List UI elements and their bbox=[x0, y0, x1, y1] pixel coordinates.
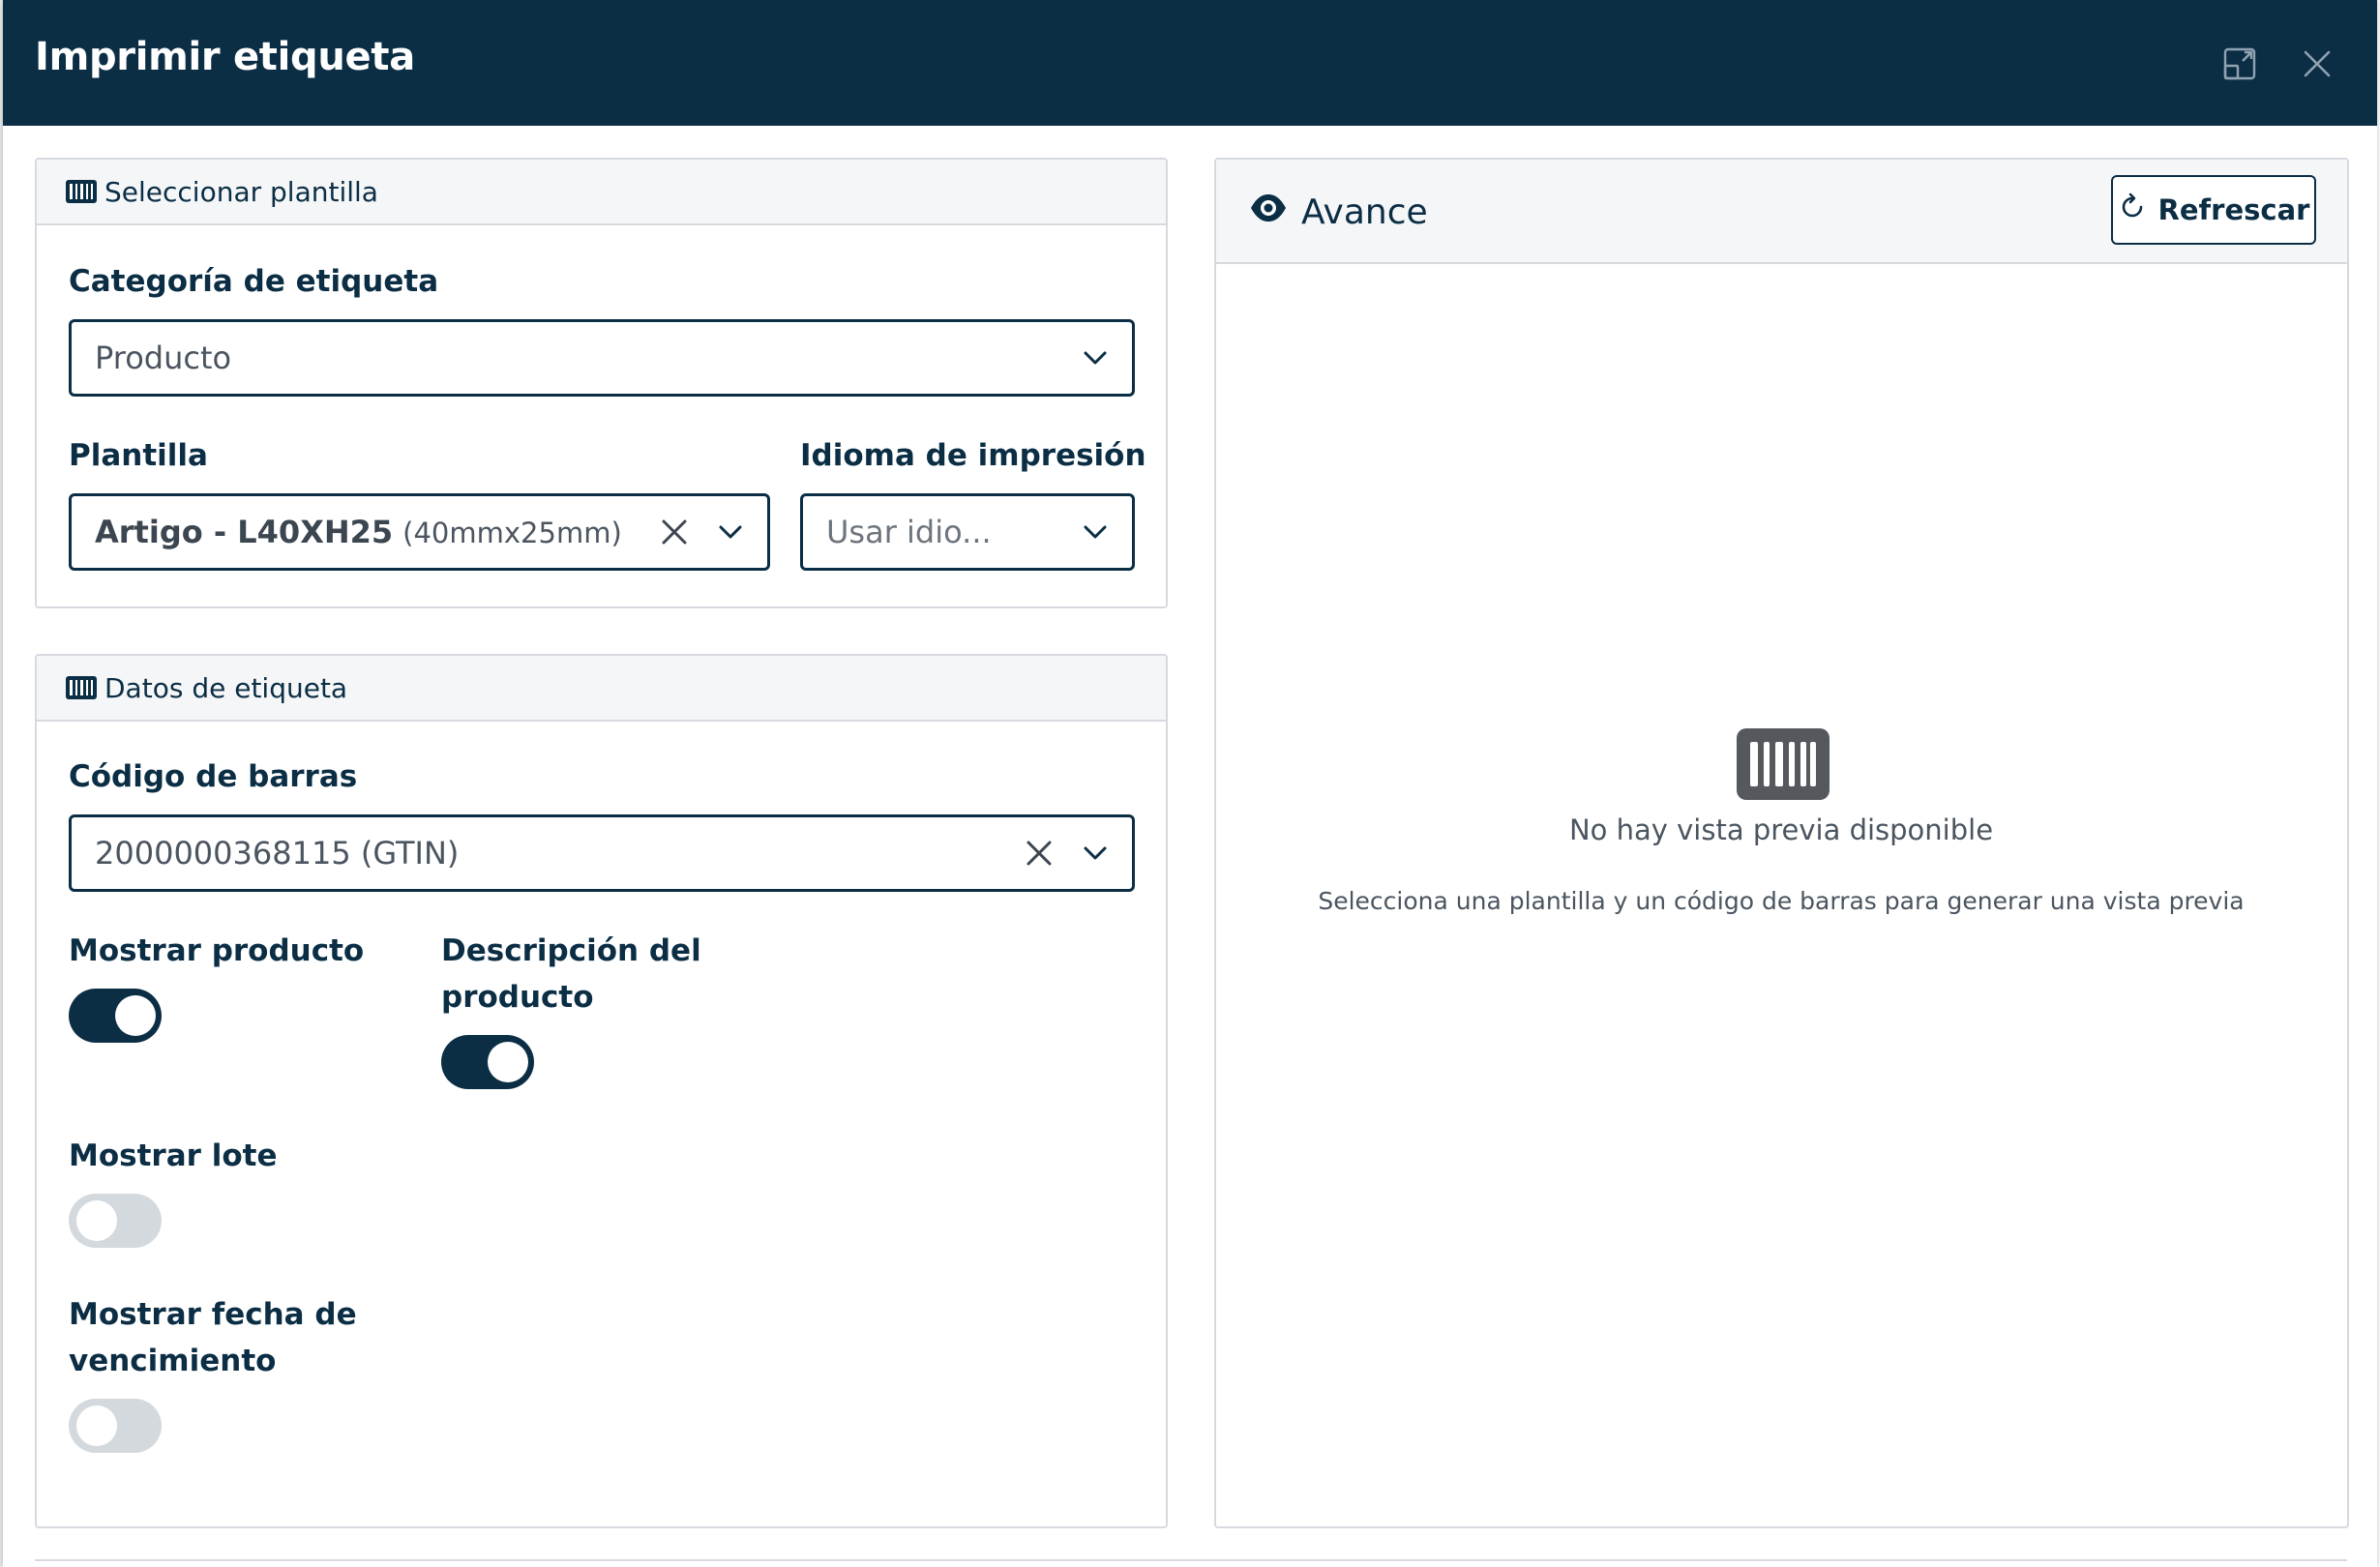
preview-title-text: Avance bbox=[1301, 192, 1428, 232]
select-template-card: Seleccionar plantilla Categoría de etiqu… bbox=[35, 158, 1168, 608]
product-description-label: Descripción del producto bbox=[441, 933, 701, 1015]
show-expiry-label: Mostrar fecha de vencimiento bbox=[69, 1297, 357, 1378]
toggle-knob bbox=[115, 995, 156, 1036]
template-size: (40mmx25mm) bbox=[402, 517, 622, 549]
empty-preview-title: No hay vista previa disponible bbox=[1568, 813, 1994, 846]
empty-preview-subtitle: Selecciona una plantilla y un código de … bbox=[1318, 887, 2245, 915]
preview-header: Avance Refrescar bbox=[1216, 160, 2347, 264]
chevron-down-icon[interactable] bbox=[1076, 513, 1115, 551]
barcode-icon bbox=[1737, 728, 1830, 800]
category-value: Producto bbox=[95, 340, 232, 376]
template-select[interactable]: Artigo - L40XH25 (40mmx25mm) bbox=[69, 493, 770, 571]
language-select[interactable]: Usar idio... bbox=[800, 493, 1135, 571]
refresh-label: Refrescar bbox=[2157, 193, 2310, 226]
barcode-icon bbox=[66, 676, 97, 699]
language-label: Idioma de impresión bbox=[800, 438, 1146, 473]
refresh-button[interactable]: Refrescar bbox=[2111, 175, 2316, 245]
barcode-select[interactable]: 2000000368115 (GTIN) bbox=[69, 814, 1135, 892]
select-template-title: Seleccionar plantilla bbox=[104, 175, 378, 208]
clear-icon[interactable] bbox=[1020, 834, 1058, 872]
preview-title: Avance bbox=[1249, 189, 1428, 236]
barcode-value: 2000000368115 (GTIN) bbox=[95, 835, 460, 872]
chevron-down-icon[interactable] bbox=[711, 513, 750, 551]
close-icon[interactable] bbox=[2296, 43, 2338, 85]
divider bbox=[35, 1559, 2347, 1561]
show-expiry-toggle[interactable] bbox=[69, 1399, 162, 1453]
expand-icon[interactable] bbox=[2218, 43, 2261, 85]
label-data-card: Datos de etiqueta Código de barras 20000… bbox=[35, 654, 1168, 1528]
category-select[interactable]: Producto bbox=[69, 319, 1135, 397]
toggle-knob bbox=[76, 1405, 117, 1446]
show-lot-label: Mostrar lote bbox=[69, 1138, 278, 1173]
show-product-label: Mostrar producto bbox=[69, 933, 365, 968]
show-lot-toggle[interactable] bbox=[69, 1194, 162, 1248]
clear-icon[interactable] bbox=[655, 513, 694, 551]
toggle-knob bbox=[76, 1200, 117, 1241]
label-data-header: Datos de etiqueta bbox=[37, 656, 1166, 722]
preview-card: Avance Refrescar No hay vista previa dis… bbox=[1214, 158, 2349, 1528]
show-product-toggle[interactable] bbox=[69, 989, 162, 1043]
category-label: Categoría de etiqueta bbox=[69, 264, 439, 299]
chevron-down-icon[interactable] bbox=[1076, 834, 1115, 872]
template-name: Artigo - L40XH25 bbox=[95, 514, 394, 550]
barcode-label: Código de barras bbox=[69, 759, 358, 794]
chevron-down-icon[interactable] bbox=[1076, 339, 1115, 377]
toggle-knob bbox=[488, 1042, 528, 1082]
label-data-title: Datos de etiqueta bbox=[104, 671, 348, 704]
dialog-header: Imprimir etiqueta bbox=[3, 0, 2377, 126]
product-description-toggle[interactable] bbox=[441, 1035, 534, 1089]
dialog-title: Imprimir etiqueta bbox=[35, 35, 415, 79]
print-label-dialog: Imprimir etiqueta Seleccionar plantilla … bbox=[3, 0, 2377, 1567]
refresh-icon bbox=[2118, 192, 2158, 228]
template-label: Plantilla bbox=[69, 438, 208, 473]
template-value: Artigo - L40XH25 (40mmx25mm) bbox=[72, 514, 655, 550]
select-template-header: Seleccionar plantilla bbox=[37, 160, 1166, 225]
barcode-icon bbox=[66, 180, 97, 203]
language-placeholder: Usar idio... bbox=[826, 514, 992, 550]
eye-icon bbox=[1249, 189, 1301, 236]
